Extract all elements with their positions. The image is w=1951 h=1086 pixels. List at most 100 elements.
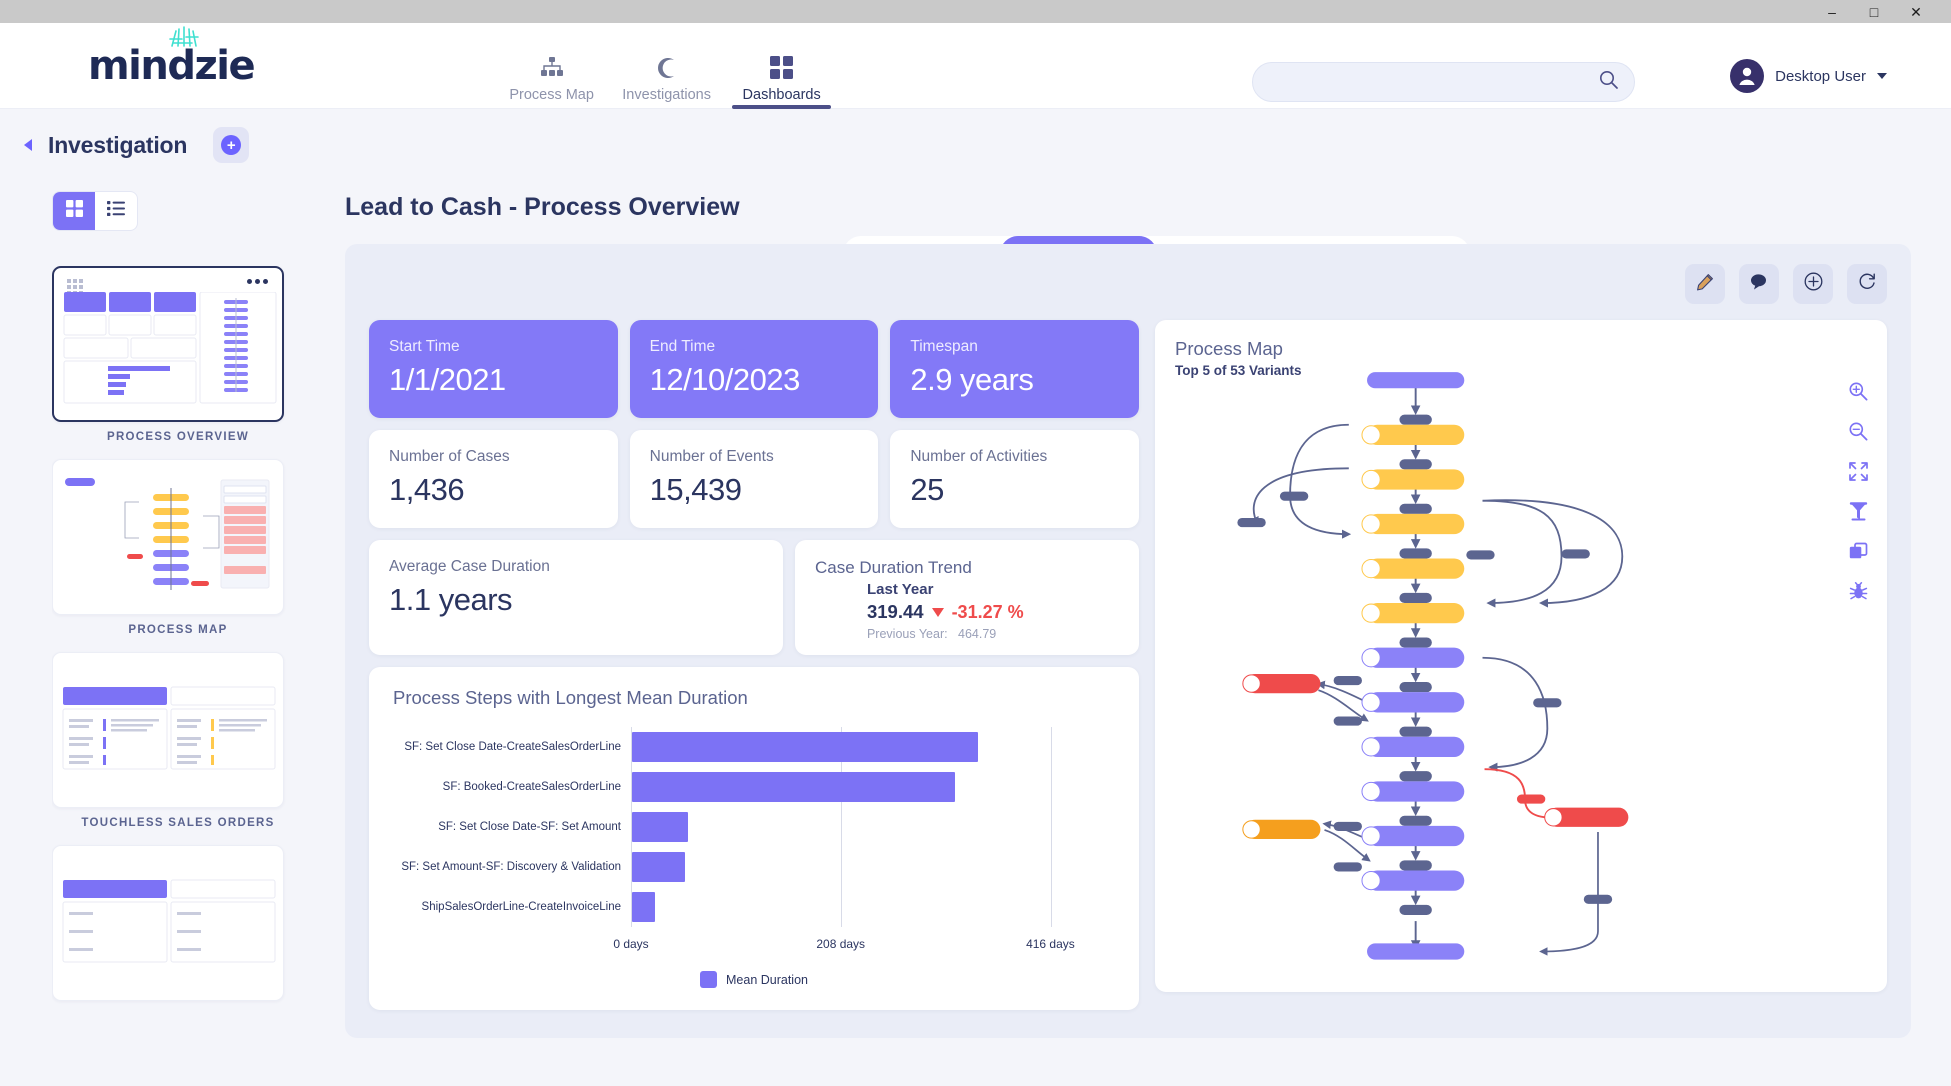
chevron-down-icon[interactable] bbox=[1877, 73, 1887, 79]
add-investigation-button[interactable]: + bbox=[213, 127, 250, 163]
sub-header: Investigation + Analysis Data Panels Pro… bbox=[0, 109, 1951, 272]
process-node-warning bbox=[1242, 819, 1321, 840]
process-map-graph[interactable] bbox=[1155, 364, 1887, 992]
list-item[interactable]: PROCESS OVERVIEW bbox=[52, 266, 304, 443]
thumbnail-extra[interactable] bbox=[52, 845, 284, 1001]
list-item[interactable]: PROCESS MAP bbox=[52, 459, 304, 636]
thumbnail-art bbox=[61, 468, 277, 608]
chart-category-labels: SF: Set Close Date-CreateSalesOrderLine … bbox=[401, 727, 631, 927]
list-item[interactable]: TOUCHLESS SALES ORDERS bbox=[52, 652, 304, 829]
chart-category-label: SF: Booked-CreateSalesOrderLine bbox=[442, 781, 621, 793]
process-node bbox=[1361, 424, 1465, 446]
thumbnail-touchless-sales-orders[interactable] bbox=[52, 652, 284, 808]
nav-item-investigations[interactable]: Investigations bbox=[609, 23, 724, 109]
list-item[interactable] bbox=[52, 845, 304, 1001]
refresh-button[interactable] bbox=[1847, 264, 1887, 304]
chart-bar-row[interactable] bbox=[632, 809, 1115, 845]
investigation-header: Investigation + bbox=[24, 127, 250, 163]
kpi-label: Start Time bbox=[389, 338, 460, 355]
chart-bar[interactable] bbox=[632, 812, 688, 842]
nav-item-dashboards[interactable]: Dashboards bbox=[724, 23, 839, 109]
data-panel-shell: Start Time 1/1/2021 End Time 12/10/2023 … bbox=[345, 244, 1911, 1038]
kpi-label: Number of Events bbox=[649, 448, 774, 465]
legend-color-swatch bbox=[700, 971, 717, 988]
close-button[interactable]: ✕ bbox=[1895, 0, 1937, 23]
process-node bbox=[1361, 603, 1465, 624]
minimize-button[interactable]: – bbox=[1811, 0, 1853, 23]
thumbnail-label: PROCESS OVERVIEW bbox=[106, 431, 249, 443]
brand-logo[interactable]: mindzie bbox=[88, 25, 256, 89]
process-node bbox=[1361, 736, 1465, 758]
plus-circle-icon bbox=[1804, 272, 1823, 296]
kpi-value: 12/10/2023 bbox=[649, 362, 801, 397]
chart-plot-area: SF: Set Close Date-CreateSalesOrderLine … bbox=[401, 727, 1115, 927]
avg-duration-label: Average Case Duration bbox=[389, 558, 550, 575]
chart-bar-row[interactable] bbox=[632, 889, 1115, 925]
chart-bar[interactable] bbox=[632, 772, 956, 802]
process-node-exception bbox=[1544, 807, 1629, 827]
chart-bar[interactable] bbox=[632, 852, 686, 882]
view-toggle-group bbox=[52, 191, 138, 231]
refresh-icon bbox=[1858, 272, 1877, 296]
process-node bbox=[1361, 469, 1465, 490]
card-process-steps-chart[interactable]: Process Steps with Longest Mean Duration… bbox=[369, 667, 1139, 1010]
chart-bar[interactable] bbox=[632, 892, 656, 922]
thumbnail-process-map[interactable] bbox=[52, 459, 284, 615]
grid-view-button[interactable] bbox=[53, 192, 95, 230]
app-header: mindzie Process Map Investigations Dashb… bbox=[0, 23, 1951, 109]
comment-button[interactable] bbox=[1739, 264, 1779, 304]
kpi-number-of-activities[interactable]: Number of Activities 25 bbox=[890, 430, 1140, 528]
chart-bar-row[interactable] bbox=[632, 769, 1115, 805]
card-process-map[interactable]: Process Map Top 5 of 53 Variants bbox=[1155, 320, 1887, 992]
chart-bar[interactable] bbox=[632, 732, 978, 762]
chart-legend: Mean Duration bbox=[393, 971, 1115, 988]
window-titlebar: – □ ✕ bbox=[0, 0, 1951, 23]
search-box[interactable] bbox=[1252, 62, 1635, 102]
investigation-title: Investigation bbox=[48, 131, 188, 158]
add-panel-button[interactable] bbox=[1793, 264, 1833, 304]
trend-period-label: Last Year bbox=[866, 581, 934, 598]
edit-pencil-button[interactable] bbox=[1685, 264, 1725, 304]
chart-category-label: ShipSalesOrderLine-CreateInvoiceLine bbox=[421, 901, 621, 913]
chart-category-label: SF: Set Amount-SF: Discovery & Validatio… bbox=[401, 861, 621, 873]
search-input[interactable] bbox=[1269, 74, 1599, 90]
maximize-button[interactable]: □ bbox=[1853, 0, 1895, 23]
main-content: Lead to Cash - Process Overview Start Ti… bbox=[345, 181, 1951, 1086]
thumbnail-art bbox=[61, 854, 277, 994]
thumbnail-process-overview[interactable] bbox=[52, 266, 284, 422]
pencil-icon bbox=[1696, 273, 1714, 296]
kpi-row-bottom: Number of Cases 1,436 Number of Events 1… bbox=[369, 430, 1140, 528]
chart-x-tick: 0 days bbox=[613, 937, 649, 951]
moon-pie-icon bbox=[655, 54, 679, 82]
kpi-label: Number of Cases bbox=[389, 448, 510, 465]
kpi-value: 1,436 bbox=[389, 472, 465, 507]
kpi-timespan[interactable]: Timespan 2.9 years bbox=[890, 320, 1140, 418]
search-icon[interactable] bbox=[1599, 70, 1618, 94]
kpi-number-of-cases[interactable]: Number of Cases 1,436 bbox=[369, 430, 618, 528]
process-node bbox=[1361, 870, 1465, 891]
duration-row: Average Case Duration 1.1 years Case Dur… bbox=[369, 540, 1139, 655]
main-navigation: Process Map Investigations Dashboards bbox=[494, 23, 839, 109]
back-chevron-icon[interactable] bbox=[24, 139, 32, 151]
nav-item-process-map[interactable]: Process Map bbox=[494, 23, 609, 109]
dashboard-thumbnail-list[interactable]: PROCESS OVERVIEW PROCESS MAP TOUCHLESS S… bbox=[52, 266, 304, 1076]
process-map-title: Process Map bbox=[1175, 338, 1283, 359]
plus-icon: + bbox=[221, 135, 242, 155]
list-view-icon bbox=[107, 201, 125, 221]
list-view-button[interactable] bbox=[95, 192, 137, 230]
chart-bar-row[interactable] bbox=[632, 849, 1115, 885]
user-menu[interactable]: Desktop User bbox=[1730, 59, 1887, 93]
process-map-canvas[interactable] bbox=[1155, 364, 1887, 992]
avg-duration-value: 1.1 years bbox=[389, 582, 513, 617]
process-node bbox=[1361, 647, 1465, 668]
card-average-case-duration[interactable]: Average Case Duration 1.1 years bbox=[369, 540, 783, 655]
panel-column-left: Start Time 1/1/2021 End Time 12/10/2023 … bbox=[369, 320, 1140, 1010]
kpi-number-of-events[interactable]: Number of Events 15,439 bbox=[629, 430, 879, 528]
card-case-duration-trend[interactable]: Case Duration Trend Last Year 319.44 -31… bbox=[794, 540, 1139, 655]
speech-bubble-icon bbox=[1750, 273, 1769, 296]
chart-bar-row[interactable] bbox=[632, 729, 1115, 765]
kpi-start-time[interactable]: Start Time 1/1/2021 bbox=[369, 320, 618, 418]
kpi-end-time[interactable]: End Time 12/10/2023 bbox=[629, 320, 879, 418]
chart-x-tick: 416 days bbox=[1026, 937, 1075, 951]
process-node bbox=[1361, 825, 1465, 847]
